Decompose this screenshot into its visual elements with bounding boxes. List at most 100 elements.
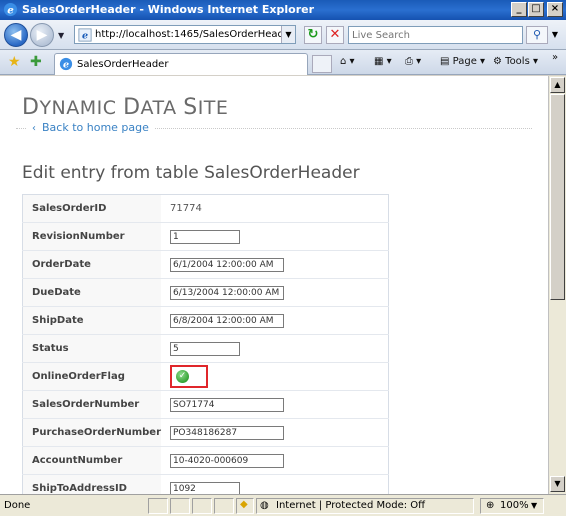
- address-toolbar: ◀ ▶ ▼ e http://localhost:1465/SalesOrder…: [0, 20, 566, 50]
- status-bar: Done ◆ ◍ Internet | Protected Mode: Off …: [0, 494, 566, 516]
- site-title-part: S: [183, 95, 198, 120]
- search-input[interactable]: [349, 27, 519, 43]
- print-icon[interactable]: ⎙ ▾: [405, 56, 421, 67]
- page-icon: e: [78, 28, 92, 42]
- field-input[interactable]: [170, 257, 284, 272]
- home-icon[interactable]: ⌂ ▾: [340, 56, 355, 67]
- web-page: DYNAMIC DATA SITE ‹ Back to home page Edi…: [0, 76, 548, 494]
- table-row: RevisionNumber: [22, 222, 389, 251]
- tab-label: SalesOrderHeader: [77, 59, 169, 70]
- table-row: ShipDate: [22, 306, 389, 335]
- field-label: RevisionNumber: [22, 222, 161, 251]
- new-tab-button[interactable]: [312, 55, 332, 73]
- site-title-part: YNAMIC: [39, 97, 124, 119]
- address-dropdown-icon[interactable]: ▼: [281, 26, 295, 43]
- forward-button[interactable]: ▶: [30, 23, 54, 47]
- site-title-part: ITE: [197, 97, 229, 119]
- svg-text:e: e: [63, 60, 69, 71]
- zoom-icon: ⊕: [486, 500, 495, 511]
- status-segment: [170, 498, 190, 514]
- field-value-cell: [161, 390, 389, 419]
- field-input[interactable]: [170, 285, 284, 300]
- field-value-cell: [161, 418, 389, 447]
- address-bar[interactable]: e http://localhost:1465/SalesOrderHeader…: [74, 25, 296, 44]
- back-link-text[interactable]: Back to home page: [42, 121, 149, 134]
- url-text[interactable]: http://localhost:1465/SalesOrderHeader/E…: [95, 29, 281, 40]
- table-row: SalesOrderID 71774: [22, 194, 389, 223]
- zoom-text: 100%: [500, 500, 529, 511]
- site-title-part: D: [22, 95, 40, 120]
- favorites-star-icon[interactable]: ★: [8, 54, 21, 70]
- field-label: OrderDate: [22, 250, 161, 279]
- field-value-cell: [161, 278, 389, 307]
- svg-text:e: e: [82, 31, 88, 42]
- status-segment: [148, 498, 168, 514]
- field-label: OnlineOrderFlag: [22, 362, 161, 391]
- table-row: ShipToAddressID: [22, 474, 389, 494]
- field-value-cell: [161, 306, 389, 335]
- site-title-part: ATA: [140, 97, 184, 119]
- back-to-home-link[interactable]: ‹ Back to home page: [26, 121, 155, 134]
- internet-explorer-icon: e: [3, 2, 18, 16]
- field-label: PurchaseOrderNumber: [22, 418, 161, 447]
- window-title: SalesOrderHeader - Windows Internet Expl…: [22, 3, 315, 16]
- field-label: Status: [22, 334, 161, 363]
- page-heading: Edit entry from table SalesOrderHeader: [22, 163, 360, 183]
- table-row: OnlineOrderFlag ✓: [22, 362, 389, 391]
- search-dropdown-icon[interactable]: ▼: [549, 26, 561, 44]
- stop-icon[interactable]: ✕: [326, 26, 344, 44]
- globe-icon: ◍: [260, 500, 269, 511]
- status-segment: [214, 498, 234, 514]
- field-label: SalesOrderID: [22, 194, 161, 223]
- back-button[interactable]: ◀: [4, 23, 28, 47]
- tab-salesorderheader[interactable]: e SalesOrderHeader: [54, 53, 308, 75]
- vertical-scrollbar[interactable]: ▲ ▼: [548, 76, 566, 494]
- field-value-cell: [161, 474, 389, 494]
- close-button[interactable]: ×: [547, 2, 563, 17]
- scroll-thumb[interactable]: [550, 94, 565, 300]
- table-row: Status: [22, 334, 389, 363]
- page-menu[interactable]: ▤ Page ▾: [440, 56, 485, 67]
- page-menu-label: Page: [452, 56, 477, 67]
- field-input[interactable]: [170, 341, 240, 356]
- field-value-cell: [161, 250, 389, 279]
- field-input[interactable]: [170, 397, 284, 412]
- table-row: OrderDate: [22, 250, 389, 279]
- field-input[interactable]: [170, 453, 284, 468]
- protected-mode-icon: ◆: [240, 499, 248, 510]
- refresh-icon[interactable]: ↻: [304, 26, 322, 44]
- tools-menu-label: Tools: [505, 56, 530, 67]
- checkmark-icon: ✓: [176, 370, 189, 383]
- online-order-flag-checkbox[interactable]: ✓: [170, 365, 208, 388]
- search-icon[interactable]: ⚲: [526, 26, 548, 44]
- field-value-cell: [161, 222, 389, 251]
- site-title: DYNAMIC DATA SITE: [22, 95, 228, 120]
- tab-page-icon: e: [59, 57, 73, 71]
- zone-text: Internet | Protected Mode: Off: [276, 500, 426, 511]
- minimize-button[interactable]: _: [511, 2, 527, 17]
- history-dropdown-icon[interactable]: ▼: [58, 31, 64, 40]
- chevron-more-icon[interactable]: »: [552, 52, 558, 63]
- scroll-down-icon[interactable]: ▼: [550, 476, 565, 492]
- table-row: PurchaseOrderNumber: [22, 418, 389, 447]
- maximize-button[interactable]: □: [528, 2, 544, 17]
- field-input[interactable]: [170, 229, 240, 244]
- table-row: DueDate: [22, 278, 389, 307]
- field-input[interactable]: [170, 313, 284, 328]
- chevron-left-icon: ‹: [32, 123, 36, 134]
- scroll-up-icon[interactable]: ▲: [550, 77, 565, 93]
- field-value-cell: 71774: [161, 194, 389, 223]
- search-box[interactable]: [348, 26, 523, 44]
- site-title-part: D: [123, 95, 141, 120]
- tools-menu[interactable]: ⚙ Tools ▾: [493, 56, 538, 67]
- field-value-cell: ✓: [161, 362, 389, 391]
- field-label: SalesOrderNumber: [22, 390, 161, 419]
- field-input[interactable]: [170, 425, 284, 440]
- add-favorites-icon[interactable]: ✚: [30, 54, 42, 70]
- table-row: AccountNumber: [22, 446, 389, 475]
- feeds-icon[interactable]: ▦ ▾: [374, 56, 392, 67]
- status-text: Done: [4, 500, 31, 511]
- field-label: ShipDate: [22, 306, 161, 335]
- zoom-dropdown-icon[interactable]: ▼: [531, 501, 537, 510]
- field-input[interactable]: [170, 481, 240, 494]
